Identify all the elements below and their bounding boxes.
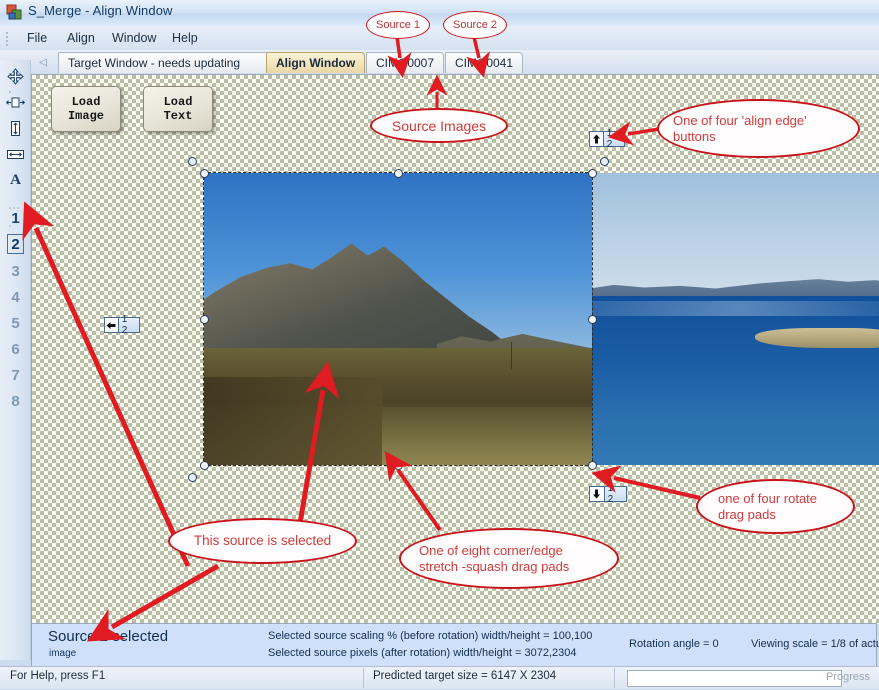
- tab-cimg0007[interactable]: CIMG0007: [366, 52, 444, 73]
- rotation-info: Rotation angle = 0: [629, 638, 719, 650]
- callout-align-edge-line1: One of four 'align edge': [673, 112, 807, 128]
- layer-button-2[interactable]: 2: [6, 233, 25, 256]
- progress-bar: [627, 670, 842, 687]
- callout-align-edge: One of four 'align edge' buttons: [657, 99, 860, 158]
- tab-cimg0041[interactable]: CIMG0041: [445, 52, 523, 73]
- load-text-line2: Text: [163, 109, 193, 123]
- source-image-2[interactable]: [590, 173, 879, 465]
- load-image-button[interactable]: Load Image: [51, 86, 121, 132]
- menu-item-align[interactable]: Align: [60, 30, 102, 47]
- stretch-pad-middle-left[interactable]: [200, 315, 209, 324]
- align-edge-bottom-button[interactable]: 1 2: [589, 483, 627, 505]
- layer-button-6[interactable]: 6: [6, 338, 25, 361]
- layer-button-1[interactable]: 1: [6, 207, 25, 230]
- callout-stretch-pads-line1: One of eight corner/edge: [419, 542, 563, 558]
- callout-source-2: Source 2: [443, 11, 507, 39]
- layer-button-7[interactable]: 7: [6, 364, 25, 387]
- arrow-left-icon: [105, 318, 119, 332]
- selection-type: image: [49, 648, 77, 659]
- window-title: S_Merge - Align Window: [28, 3, 173, 18]
- status-bar: For Help, press F1 Predicted target size…: [0, 666, 879, 689]
- progress-label: Progress: [826, 671, 871, 683]
- source-image-1[interactable]: [203, 172, 593, 466]
- status-pane-divider-2: [614, 668, 615, 688]
- arrow-up-icon: [590, 132, 604, 146]
- stretch-pad-top-left[interactable]: [200, 169, 209, 178]
- image2-shimmer: [590, 301, 879, 317]
- scaling-info: Selected source scaling % (before rotati…: [268, 630, 593, 642]
- callout-source-selected: This source is selected: [168, 518, 357, 564]
- tool-rail: A 1 2 3 4 5 6 7 8: [0, 60, 31, 660]
- stretch-vertical-icon[interactable]: [5, 118, 26, 139]
- app-icon: [6, 4, 22, 20]
- align-horizontal-icon[interactable]: [5, 92, 26, 113]
- title-bar: S_Merge - Align Window: [0, 0, 879, 27]
- load-image-line2: Image: [67, 109, 104, 123]
- stretch-pad-top-right[interactable]: [588, 169, 597, 178]
- stretch-horizontal-icon[interactable]: [5, 144, 26, 165]
- align-vertical-icon[interactable]: [5, 66, 26, 87]
- pixels-info: Selected source pixels (after rotation) …: [268, 647, 577, 659]
- application-window: S_Merge - Align Window File Align Window…: [0, 0, 879, 690]
- tab-scroll-left-icon[interactable]: ◁: [35, 53, 51, 71]
- menu-item-window[interactable]: Window: [105, 30, 163, 47]
- tool-rail-separator: [8, 196, 22, 227]
- align-edge-left-button[interactable]: 1 2: [104, 314, 140, 336]
- load-image-line1: Load: [71, 95, 101, 109]
- stretch-pad-bottom-center[interactable]: [394, 461, 403, 470]
- layer-button-3[interactable]: 3: [6, 260, 25, 283]
- stretch-pad-bottom-left[interactable]: [200, 461, 209, 470]
- callout-source-1: Source 1: [366, 11, 430, 39]
- load-text-button[interactable]: Load Text: [143, 86, 213, 132]
- callout-stretch-pads: One of eight corner/edge stretch -squash…: [399, 528, 619, 589]
- layer-button-8[interactable]: 8: [6, 390, 25, 413]
- align-edge-top-label: 1 2: [606, 128, 614, 150]
- stretch-pad-top-center[interactable]: [394, 169, 403, 178]
- callout-rotate-pads-line1: one of four rotate: [718, 490, 818, 506]
- layer-button-5[interactable]: 5: [6, 312, 25, 335]
- stretch-pad-middle-right[interactable]: [588, 315, 597, 324]
- align-edge-top-button[interactable]: 1 2: [589, 128, 625, 150]
- rotate-pad-top-left[interactable]: [188, 157, 197, 166]
- rotate-pad-top-right[interactable]: [600, 157, 609, 166]
- text-tool-icon[interactable]: A: [5, 170, 26, 191]
- selection-info-bar: Source 2 selected image Selected source …: [31, 623, 879, 668]
- menu-item-help[interactable]: Help: [165, 30, 205, 47]
- rotate-pad-bottom-right[interactable]: [600, 473, 609, 482]
- image2-sky: [590, 173, 879, 290]
- image1-moorland-shadow: [204, 377, 383, 465]
- rotate-pad-bottom-left[interactable]: [188, 473, 197, 482]
- image2-sea: [590, 295, 879, 465]
- callout-stretch-pads-line2: stretch -squash drag pads: [419, 558, 570, 574]
- menu-item-file[interactable]: File: [20, 30, 54, 47]
- menu-bar: File Align Window Help: [0, 26, 879, 51]
- status-help-text: For Help, press F1: [10, 670, 106, 682]
- predicted-target-size: Predicted target size = 6147 X 2304: [373, 670, 557, 682]
- align-edge-left-label: 1 2: [121, 314, 129, 336]
- stretch-pad-bottom-right[interactable]: [588, 461, 597, 470]
- callout-align-edge-line2: buttons: [673, 128, 716, 144]
- tab-align-window[interactable]: Align Window: [266, 52, 365, 73]
- menu-gripper[interactable]: [6, 30, 10, 46]
- align-edge-bottom-label: 1 2: [607, 483, 615, 505]
- callout-rotate-pads: one of four rotate drag pads: [696, 479, 855, 534]
- viewing-scale-info: Viewing scale = 1/8 of actual size: [751, 638, 879, 650]
- callout-rotate-pads-line2: drag pads: [718, 506, 776, 522]
- load-text-line1: Load: [163, 95, 193, 109]
- callout-source-images: Source Images: [370, 108, 508, 143]
- selection-title: Source 2 selected: [48, 628, 169, 645]
- layer-button-4[interactable]: 4: [6, 286, 25, 309]
- tab-target-window[interactable]: Target Window - needs updating: [58, 52, 273, 73]
- image1-pole: [510, 342, 512, 369]
- arrow-down-icon: [590, 487, 605, 501]
